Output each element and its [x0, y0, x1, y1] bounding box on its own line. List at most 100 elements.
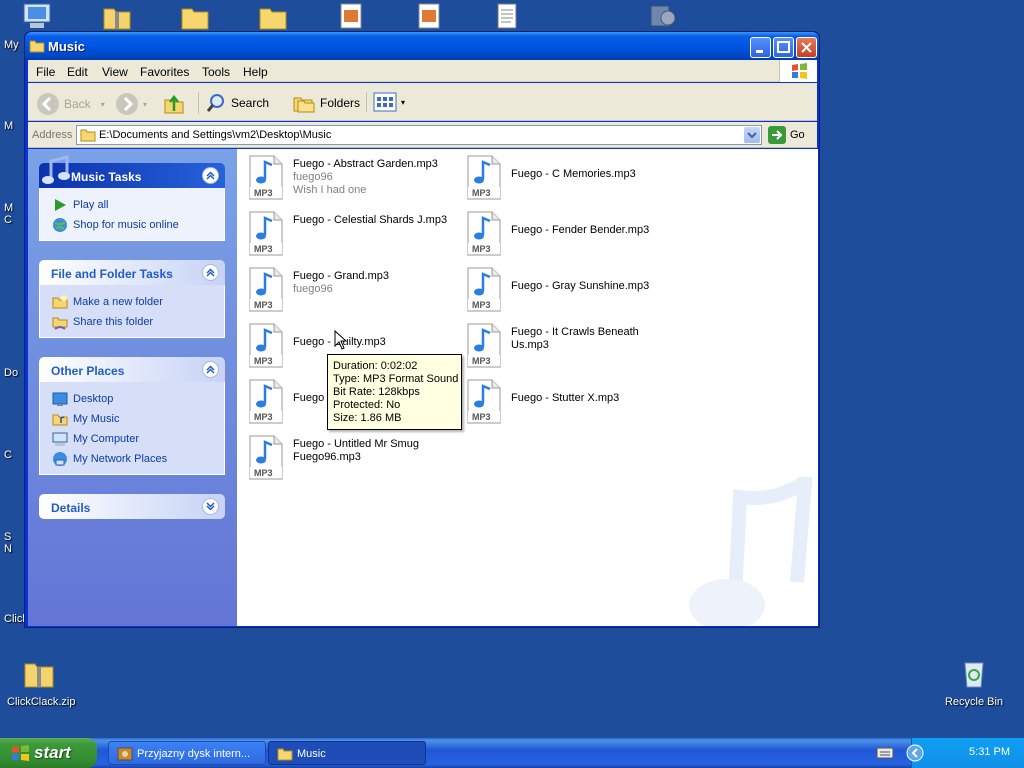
- mp3-file-item[interactable]: MP3 Fuego - Grand.mp3 fuego96: [248, 267, 458, 313]
- show-hidden-icons-button[interactable]: [906, 744, 924, 762]
- music-tasks-title: Music Tasks: [71, 170, 142, 184]
- mp3-file-icon: MP3: [467, 155, 501, 200]
- tooltip-bitrate: Bit Rate: 128kbps: [333, 386, 420, 398]
- globe-icon: [53, 218, 67, 232]
- make-new-folder-link[interactable]: Make a new folder: [52, 292, 224, 312]
- shop-music-link[interactable]: Shop for music online: [52, 215, 224, 235]
- play-all-link[interactable]: Play all: [52, 195, 224, 215]
- menu-favorites[interactable]: Favorites: [140, 65, 189, 79]
- up-folder-button[interactable]: [162, 92, 186, 116]
- folder-icon: [80, 129, 96, 142]
- my-computer-icon[interactable]: [22, 2, 56, 30]
- mp3-file-item[interactable]: MP3 Fuego - Fender Bender.mp3: [466, 211, 676, 257]
- system-tray: 5:31 PM: [876, 738, 1024, 768]
- mp3-file-icon: MP3: [249, 379, 283, 424]
- my-computer-link[interactable]: My Computer: [52, 429, 224, 449]
- mp3-file-item[interactable]: MP3 Fuego - Celestial Shards J.mp3: [248, 211, 458, 257]
- folder-icon[interactable]: [180, 3, 210, 31]
- new-folder-icon: [52, 295, 68, 309]
- mp3-file-item[interactable]: MP3 Fuego - Stutter X.mp3: [466, 379, 676, 425]
- music-tasks-header[interactable]: Music Tasks: [39, 155, 225, 188]
- menu-tools[interactable]: Tools: [202, 65, 230, 79]
- close-button[interactable]: [796, 37, 817, 58]
- start-button[interactable]: start: [0, 738, 97, 768]
- folders-icon: [293, 97, 315, 113]
- desktop-icon-clickclack[interactable]: ClickClack.zip: [7, 657, 75, 708]
- desktop-label-fragment: C: [4, 214, 12, 226]
- forward-button[interactable]: ▾: [115, 92, 147, 116]
- music-note-icon: [42, 155, 70, 184]
- file-name: Fuego - Gray Sunshine.mp3: [511, 280, 650, 292]
- taskbar-item-label: Przyjazny dysk intern...: [137, 748, 251, 760]
- address-input[interactable]: E:\Documents and Settings\vm2\Desktop\Mu…: [76, 125, 762, 145]
- minimize-button[interactable]: [750, 37, 771, 58]
- mp3-file-item[interactable]: MP3 Fuego - Abstract Garden.mp3 fuego96 Wis…: [248, 155, 458, 201]
- collapse-button[interactable]: [202, 361, 219, 378]
- expand-button[interactable]: [202, 498, 219, 515]
- folder-icon: [277, 748, 293, 761]
- my-network-places-link[interactable]: My Network Places: [52, 449, 224, 469]
- mp3-file-item[interactable]: MP3 Fuego - Untitled Mr Smug Fuego96.mp3: [248, 435, 458, 481]
- svg-text:MP3: MP3: [254, 244, 273, 254]
- other-places-header[interactable]: Other Places: [39, 357, 225, 382]
- network-places-icon: [53, 452, 67, 466]
- folder-icon[interactable]: [258, 3, 288, 31]
- windows-logo: [779, 60, 817, 82]
- shop-music-label: Shop for music online: [73, 219, 179, 231]
- file-folder-tasks-header[interactable]: File and Folder Tasks: [39, 260, 225, 285]
- chevron-down-icon: [747, 132, 757, 139]
- folders-button[interactable]: Folders: [292, 92, 360, 114]
- file-name: Fuego - Grand.mp3: [293, 270, 389, 282]
- desktop-link[interactable]: Desktop: [52, 389, 224, 409]
- go-button[interactable]: Go: [768, 126, 805, 144]
- installer-icon[interactable]: [415, 2, 443, 30]
- my-music-link[interactable]: My Music: [52, 409, 224, 429]
- chevron-up-icon: [206, 365, 215, 374]
- forward-arrow-icon: [116, 93, 138, 115]
- settings-gear-icon[interactable]: [648, 2, 678, 30]
- mp3-file-item[interactable]: MP3 Fuego - Gray Sunshine.mp3: [466, 267, 676, 313]
- back-button[interactable]: Back ▾: [36, 92, 105, 116]
- keyboard-icon[interactable]: [876, 746, 894, 760]
- search-button[interactable]: Search: [198, 92, 269, 114]
- share-folder-label: Share this folder: [73, 316, 154, 328]
- desktop-label-fragment: M: [4, 120, 14, 132]
- app-icon: [117, 747, 133, 761]
- taskbar-item-przyjazny[interactable]: Przyjazny dysk intern...: [108, 741, 266, 765]
- menu-help[interactable]: Help: [243, 65, 268, 79]
- mp3-file-item[interactable]: MP3 Fuego - It Crawls Beneath Us.mp3: [466, 323, 676, 369]
- file-folder-tasks-panel: File and Folder Tasks Make a new folder …: [39, 260, 225, 338]
- zip-folder-icon[interactable]: [102, 3, 132, 31]
- mouse-cursor-icon: [334, 330, 348, 350]
- start-label: start: [34, 743, 71, 762]
- maximize-button[interactable]: [773, 37, 794, 58]
- details-header[interactable]: Details: [39, 494, 225, 519]
- svg-text:MP3: MP3: [254, 468, 273, 478]
- menu-view[interactable]: View: [102, 65, 128, 79]
- menu-edit[interactable]: Edit: [67, 65, 88, 79]
- collapse-button[interactable]: [202, 167, 219, 184]
- collapse-button[interactable]: [202, 264, 219, 281]
- views-button[interactable]: ▾: [366, 92, 405, 112]
- address-dropdown-button[interactable]: [744, 127, 760, 143]
- taskbar-item-music[interactable]: Music: [268, 741, 426, 765]
- mp3-file-icon: MP3: [467, 211, 501, 256]
- file-artist: fuego96: [293, 283, 333, 295]
- mp3-file-icon: MP3: [249, 323, 283, 368]
- share-folder-link[interactable]: Share this folder: [52, 312, 224, 332]
- folders-label: Folders: [320, 96, 361, 110]
- text-document-icon[interactable]: [493, 2, 521, 30]
- svg-text:MP3: MP3: [472, 244, 491, 254]
- mp3-file-item[interactable]: MP3 Fuego - C Memories.mp3: [466, 155, 676, 201]
- address-label: Address: [32, 129, 73, 141]
- menu-file[interactable]: File: [36, 65, 55, 79]
- title-bar[interactable]: Music: [25, 32, 819, 60]
- up-folder-icon: [164, 94, 184, 114]
- back-arrow-icon: [37, 93, 59, 115]
- my-network-places-label: My Network Places: [73, 453, 168, 465]
- desktop-label-fragment: My: [4, 39, 19, 51]
- installer-icon[interactable]: [337, 2, 365, 30]
- taskbar: start Przyjazny dysk intern... Music 5:3…: [0, 738, 1024, 768]
- music-tasks-body: Play all Shop for music online: [39, 188, 225, 241]
- desktop-icon-recycle-bin[interactable]: Recycle Bin: [942, 657, 1006, 708]
